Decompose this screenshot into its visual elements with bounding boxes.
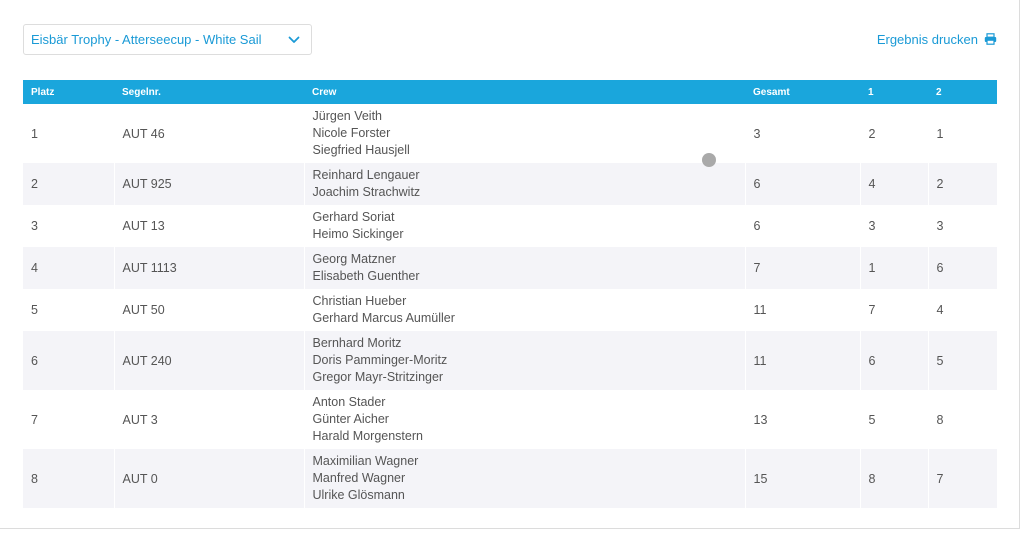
crew-member: Georg Matzner [312,252,396,266]
cell-race-1: 2 [860,104,929,163]
frame-border-right [1019,0,1020,528]
cell-gesamt: 3 [745,104,861,163]
table-row: 8 AUT 0 Maximilian Wagner Manfred Wagner Ulr… [23,449,998,508]
table-row: 5 AUT 50 Christian Hueber Gerhard Marcus Au… [23,289,998,331]
cell-crew: Maximilian Wagner Manfred Wagner Ulrike Gl… [304,449,746,508]
cell-segelnr: AUT 0 [114,449,305,508]
print-results-label: Ergebnis drucken [876,32,978,47]
crew-member: Ulrike Glösmann [312,488,405,502]
cell-race-2: 5 [928,331,998,390]
cell-race-1: 4 [860,163,929,205]
results-page: Eisbär Trophy - Atterseecup - White Sail… [0,0,1024,537]
cell-segelnr: AUT 240 [114,331,305,390]
cell-crew: Jürgen Veith Nicole Forster Siegfried Haus… [304,104,746,163]
crew-member: Doris Pamminger-Moritz [312,353,448,367]
crew-member: Gerhard Soriat [312,210,395,224]
crew-member: Manfred Wagner [312,471,406,485]
table-row: 6 AUT 240 Bernhard Moritz Doris Pamminger-M… [23,331,998,390]
cell-platz: 3 [23,205,115,247]
cell-segelnr: AUT 50 [114,289,305,331]
table-row: 7 AUT 3 Anton Stader Günter Aicher Harald Mo… [23,390,998,449]
crew-member: Maximilian Wagner [312,454,419,468]
cell-platz: 6 [23,331,115,390]
cell-race-1: 1 [860,247,929,289]
cell-segelnr: AUT 13 [114,205,305,247]
cell-race-2: 4 [928,289,998,331]
cell-race-2: 6 [928,247,998,289]
column-header-gesamt[interactable]: Gesamt [745,80,860,104]
cell-segelnr: AUT 925 [114,163,305,205]
column-header-segelnr[interactable]: Segelnr. [114,80,304,104]
crew-member: Heimo Sickinger [312,227,404,241]
crew-member: Elisabeth Guenther [312,269,420,283]
cell-race-1: 6 [860,331,929,390]
cell-crew: Georg Matzner Elisabeth Guenther [304,247,746,289]
cell-platz: 1 [23,104,115,163]
print-results-link[interactable]: Ergebnis drucken [877,32,997,47]
crew-member: Günter Aicher [312,412,389,426]
crew-member: Joachim Strachwitz [312,185,421,199]
cell-race-1: 7 [860,289,929,331]
results-table: Platz Segelnr. Crew Gesamt 1 2 1 AUT 46 Jü… [23,80,998,508]
event-selector-dropdown[interactable]: Eisbär Trophy - Atterseecup - White Sail [23,24,312,55]
table-row: 1 AUT 46 Jürgen Veith Nicole Forster Siegfri… [23,104,998,163]
cell-crew: Anton Stader Günter Aicher Harald Morgenst… [304,390,746,449]
cell-gesamt: 13 [745,390,861,449]
cell-segelnr: AUT 1113 [114,247,305,289]
header-row: Platz Segelnr. Crew Gesamt 1 2 [23,80,997,104]
crew-member: Harald Morgenstern [312,429,423,443]
cell-crew: Gerhard Soriat Heimo Sickinger [304,205,746,247]
cell-race-2: 7 [928,449,998,508]
crew-member: Anton Stader [312,395,386,409]
chevron-down-icon [287,33,301,47]
crew-member: Gregor Mayr-Stritzinger [312,370,444,384]
cell-race-2: 2 [928,163,998,205]
crew-member: Gerhard Marcus Aumüller [312,311,455,325]
cell-gesamt: 15 [745,449,861,508]
event-selector-value: Eisbär Trophy - Atterseecup - White Sail [31,32,262,47]
crew-member: Jürgen Veith [312,109,383,123]
crew-member: Siegfried Hausjell [312,143,410,157]
cell-crew: Bernhard Moritz Doris Pamminger-Moritz Gre… [304,331,746,390]
crew-member: Bernhard Moritz [312,336,402,350]
cell-gesamt: 11 [745,289,861,331]
cell-platz: 7 [23,390,115,449]
cell-gesamt: 7 [745,247,861,289]
cell-platz: 5 [23,289,115,331]
cell-race-1: 8 [860,449,929,508]
cell-gesamt: 6 [745,163,861,205]
column-header-race-2[interactable]: 2 [928,80,997,104]
table-row: 3 AUT 13 Gerhard Soriat Heimo Sickinger 6 3 3 [23,205,998,247]
cell-race-2: 8 [928,390,998,449]
crew-member: Reinhard Lengauer [312,168,420,182]
mouse-cursor [702,153,716,167]
results-table-body: 1 AUT 46 Jürgen Veith Nicole Forster Siegfri… [23,104,998,508]
cell-gesamt: 11 [745,331,861,390]
cell-race-1: 5 [860,390,929,449]
cell-race-2: 1 [928,104,998,163]
table-row: 4 AUT 1113 Georg Matzner Elisabeth Guenther… [23,247,998,289]
column-header-platz[interactable]: Platz [23,80,114,104]
table-row: 2 AUT 925 Reinhard Lengauer Joachim Strachw… [23,163,998,205]
cell-platz: 2 [23,163,115,205]
crew-member: Christian Hueber [312,294,407,308]
cell-gesamt: 6 [745,205,861,247]
cell-platz: 4 [23,247,115,289]
cell-platz: 8 [23,449,115,508]
results-table-header: Platz Segelnr. Crew Gesamt 1 2 [23,80,997,104]
cell-crew: Reinhard Lengauer Joachim Strachwitz [304,163,746,205]
column-header-race-1[interactable]: 1 [860,80,928,104]
cell-crew: Christian Hueber Gerhard Marcus Aumüller [304,289,746,331]
cell-segelnr: AUT 3 [114,390,305,449]
cell-race-1: 3 [860,205,929,247]
cell-race-2: 3 [928,205,998,247]
column-header-crew[interactable]: Crew [304,80,745,104]
cell-segelnr: AUT 46 [114,104,305,163]
frame-border-bottom [0,528,1020,529]
printer-icon [984,33,997,46]
crew-member: Nicole Forster [312,126,391,140]
